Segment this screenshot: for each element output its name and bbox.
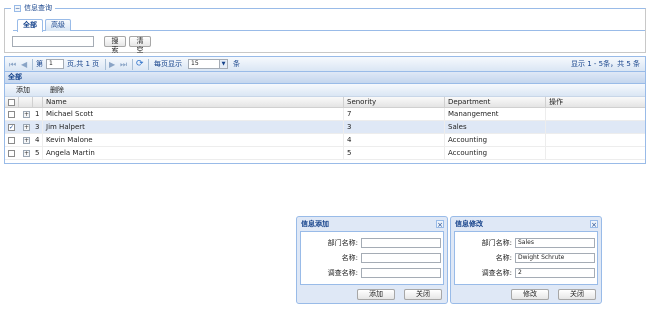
row-expand-icon[interactable]: + bbox=[23, 150, 30, 157]
add-window: 信息添加 × 部门名称: 名称: 调查名称: 添加 关闭 bbox=[296, 216, 448, 304]
delete-button[interactable]: 删除 bbox=[50, 86, 64, 95]
cell-name: Michael Scott bbox=[43, 108, 344, 121]
fieldset-legend: − 信息查询 bbox=[11, 3, 55, 13]
cell-seniority: 4 bbox=[344, 134, 445, 147]
collapse-icon[interactable]: − bbox=[14, 4, 21, 12]
cell-actions bbox=[546, 121, 645, 134]
pager-separator bbox=[105, 59, 106, 70]
survey-name-label: 调查名称: bbox=[481, 269, 512, 277]
cell-name: Jim Halpert bbox=[43, 121, 344, 134]
name-input[interactable]: Dwight Schrute bbox=[515, 253, 595, 263]
add-submit-button[interactable]: 添加 bbox=[357, 289, 395, 300]
grid-panel: ⏮ ◀ 第 1 页,共 1 页 ▶ ⏭ ⟳ 每页显示 15 ▼ 条 显示 1 -… bbox=[4, 56, 646, 164]
clear-button[interactable]: 清空 bbox=[129, 36, 151, 54]
edit-form: 部门名称: Sales 名称: Dwight Schrute 调查名称: 2 bbox=[454, 231, 598, 285]
row-expand-icon[interactable]: + bbox=[23, 111, 30, 118]
cell-department: Accounting bbox=[445, 147, 546, 160]
row-checkbox[interactable] bbox=[8, 111, 15, 118]
row-number: 4 bbox=[33, 134, 43, 147]
rownum-header bbox=[33, 97, 43, 108]
cell-seniority: 7 bbox=[344, 108, 445, 121]
grid-toolbar: 添加 删除 bbox=[5, 84, 645, 97]
edit-submit-button[interactable]: 修改 bbox=[511, 289, 549, 300]
add-close-button[interactable]: 关闭 bbox=[404, 289, 442, 300]
survey-name-input[interactable] bbox=[361, 268, 441, 278]
row-number: 5 bbox=[33, 147, 43, 160]
column-header-seniority[interactable]: Senority bbox=[344, 97, 445, 108]
per-page-value: 15 bbox=[191, 60, 199, 67]
table-row[interactable]: + 1 Michael Scott 7 Manangement bbox=[5, 108, 645, 121]
table-row[interactable]: + 4 Kevin Malone 4 Accounting bbox=[5, 134, 645, 147]
survey-name-label: 调查名称: bbox=[327, 269, 358, 277]
cell-actions bbox=[546, 147, 645, 160]
add-button[interactable]: 添加 bbox=[16, 86, 30, 95]
column-header-department[interactable]: Department bbox=[445, 97, 546, 108]
row-number: 3 bbox=[33, 121, 43, 134]
page-prefix: 第 bbox=[36, 60, 43, 68]
row-checkbox[interactable]: ✓ bbox=[8, 124, 15, 131]
page-number-input[interactable]: 1 bbox=[46, 59, 64, 69]
pager-separator bbox=[148, 59, 149, 70]
grid-title: 全部 bbox=[5, 72, 645, 84]
grid-header: Name Senority Department 操作 bbox=[5, 97, 645, 108]
row-checkbox[interactable] bbox=[8, 150, 15, 157]
cell-actions bbox=[546, 134, 645, 147]
add-form: 部门名称: 名称: 调查名称: bbox=[300, 231, 444, 285]
cell-department: Manangement bbox=[445, 108, 546, 121]
search-input[interactable] bbox=[12, 36, 94, 47]
next-page-icon[interactable]: ▶ bbox=[109, 59, 115, 70]
tab-advanced[interactable]: 高级 bbox=[45, 19, 71, 31]
column-header-actions: 操作 bbox=[549, 98, 563, 106]
cell-department: Accounting bbox=[445, 134, 546, 147]
name-label: 名称: bbox=[341, 254, 358, 262]
select-all-checkbox[interactable] bbox=[8, 99, 15, 106]
cell-name: Angela Martin bbox=[43, 147, 344, 160]
search-button[interactable]: 搜索 bbox=[104, 36, 126, 54]
department-name-input[interactable] bbox=[361, 238, 441, 248]
tab-all[interactable]: 全部 bbox=[17, 19, 43, 32]
department-name-label: 部门名称: bbox=[327, 239, 358, 247]
expander-header bbox=[19, 97, 33, 108]
row-number: 1 bbox=[33, 108, 43, 121]
column-header-name[interactable]: Name bbox=[43, 97, 344, 108]
first-page-icon[interactable]: ⏮ bbox=[9, 59, 16, 70]
cell-department: Sales bbox=[445, 121, 546, 134]
per-page-label: 每页显示 bbox=[154, 60, 182, 68]
cell-actions bbox=[546, 108, 645, 121]
table-row[interactable]: ✓ + 3 Jim Halpert 3 Sales bbox=[5, 121, 645, 134]
close-icon[interactable]: × bbox=[436, 220, 444, 229]
page-total: 页,共 1 页 bbox=[67, 60, 100, 68]
per-page-unit: 条 bbox=[233, 60, 240, 68]
refresh-icon[interactable]: ⟳ bbox=[136, 59, 144, 70]
survey-name-input[interactable]: 2 bbox=[515, 268, 595, 278]
pager-separator bbox=[132, 59, 133, 70]
edit-close-button[interactable]: 关闭 bbox=[558, 289, 596, 300]
row-checkbox[interactable] bbox=[8, 137, 15, 144]
edit-window-title[interactable]: 信息修改 bbox=[451, 217, 601, 231]
cell-name: Kevin Malone bbox=[43, 134, 344, 147]
prev-page-icon[interactable]: ◀ bbox=[21, 59, 27, 70]
fieldset-title: 信息查询 bbox=[24, 4, 52, 12]
add-window-title[interactable]: 信息添加 bbox=[297, 217, 447, 231]
cell-seniority: 5 bbox=[344, 147, 445, 160]
department-name-input[interactable]: Sales bbox=[515, 238, 595, 248]
cell-seniority: 3 bbox=[344, 121, 445, 134]
table-row[interactable]: + 5 Angela Martin 5 Accounting bbox=[5, 147, 645, 160]
row-expand-icon[interactable]: + bbox=[23, 137, 30, 144]
row-expand-icon[interactable]: + bbox=[23, 124, 30, 131]
department-name-label: 部门名称: bbox=[481, 239, 512, 247]
dropdown-arrow-icon[interactable]: ▼ bbox=[219, 60, 227, 68]
per-page-select[interactable]: 15 ▼ bbox=[188, 59, 228, 69]
display-info: 显示 1 - 5条，共 5 条 bbox=[570, 60, 640, 68]
paging-toolbar: ⏮ ◀ 第 1 页,共 1 页 ▶ ⏭ ⟳ 每页显示 15 ▼ 条 显示 1 -… bbox=[5, 57, 645, 72]
search-tabstrip: 全部 高级 bbox=[13, 17, 645, 32]
name-label: 名称: bbox=[495, 254, 512, 262]
close-icon[interactable]: × bbox=[590, 220, 598, 229]
name-input[interactable] bbox=[361, 253, 441, 263]
select-all-header[interactable] bbox=[5, 97, 19, 108]
edit-window: 信息修改 × 部门名称: Sales 名称: Dwight Schrute 调查… bbox=[450, 216, 602, 304]
pager-separator bbox=[32, 59, 33, 70]
search-fieldset: − 信息查询 全部 高级 bbox=[4, 3, 646, 53]
last-page-icon[interactable]: ⏭ bbox=[120, 59, 127, 70]
